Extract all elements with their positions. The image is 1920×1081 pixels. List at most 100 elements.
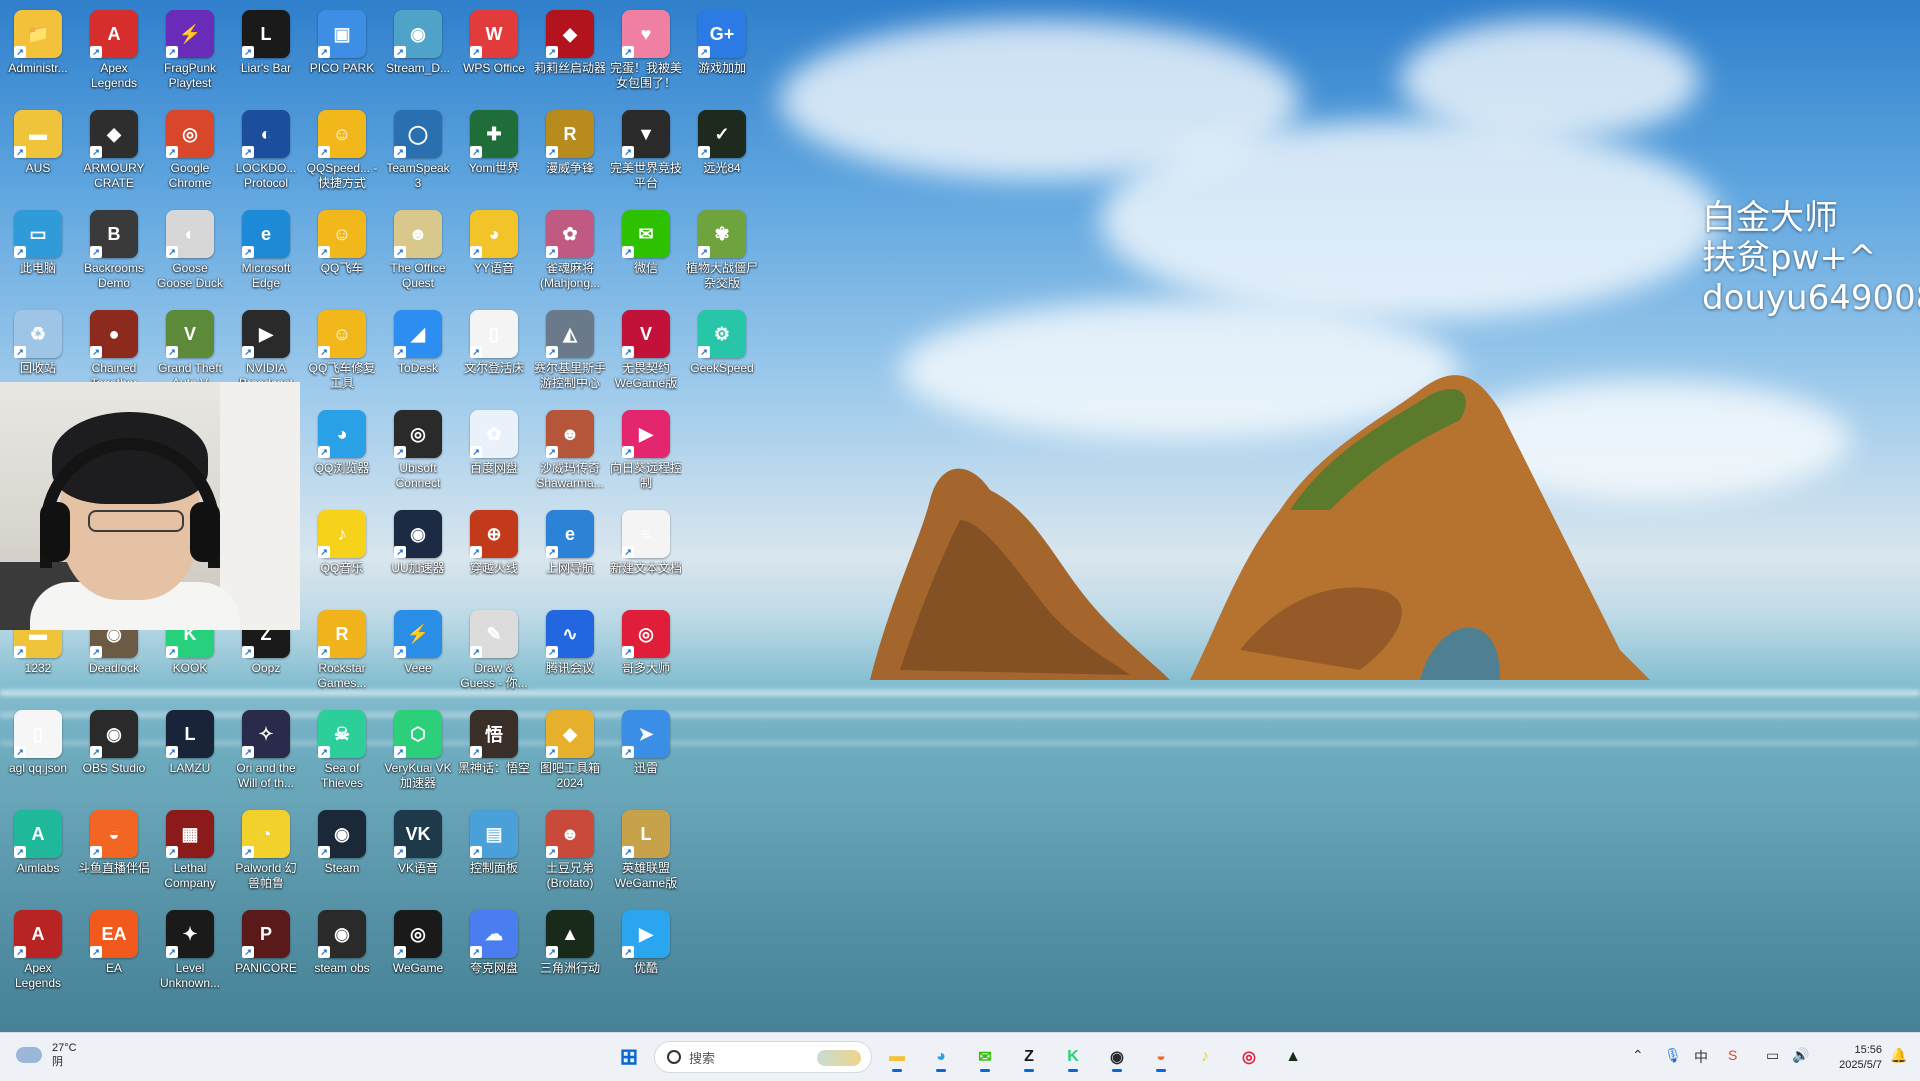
speaker-icon[interactable]: 🔊 <box>1792 1047 1809 1064</box>
display-icon[interactable]: ▭ <box>1766 1047 1779 1064</box>
desktop-icon[interactable]: ◉ ↗ UU加速器 <box>382 504 454 602</box>
desktop-icon[interactable]: ✓ ↗ 远光84 <box>686 104 758 202</box>
microphone-icon[interactable]: 🎙 <box>1664 1047 1682 1064</box>
desktop-icon[interactable]: ☁ ↗ 夸克网盘 <box>458 904 530 1002</box>
desktop-icon[interactable]: ∿ ↗ 腾讯会议 <box>534 604 606 702</box>
chevron-up-icon[interactable]: ⌃ <box>1632 1047 1644 1064</box>
desktop-icon[interactable]: ◎ ↗ 哥多大师 <box>610 604 682 702</box>
start-button[interactable]: ⊞ <box>612 1040 646 1074</box>
desktop-icon[interactable]: ✿ ↗ 雀魂麻将(Mahjong... <box>534 204 606 302</box>
desktop-icon[interactable]: ✦ ↗ Level Unknown... <box>154 904 226 1002</box>
desktop-icon[interactable]: ☺ ↗ QQ飞车 <box>306 204 378 302</box>
desktop-icon[interactable]: ▦ ↗ Lethal Company <box>154 804 226 902</box>
desktop-icon[interactable]: ♪ ↗ QQ音乐 <box>306 504 378 602</box>
desktop-icon[interactable]: A ↗ Apex Legends <box>2 904 74 1002</box>
desktop-icon[interactable]: ◯ ↗ TeamSpeak 3 <box>382 104 454 202</box>
input-method-icon[interactable]: 中 <box>1694 1047 1708 1067</box>
desktop-icon[interactable]: ▲ ↗ 三角洲行动 <box>534 904 606 1002</box>
kook-taskbar-button[interactable]: K <box>1056 1040 1090 1074</box>
file-explorer-taskbar-button[interactable]: ▬ <box>880 1040 914 1074</box>
desktop-icon[interactable]: ◕ ↗ QQ浏览器 <box>306 404 378 502</box>
wechat-taskbar-button[interactable]: ✉ <box>968 1040 1002 1074</box>
desktop-icon[interactable]: ☻ ↗ 土豆兄弟 (Brotato) <box>534 804 606 902</box>
desktop-icon[interactable]: VK ↗ VK语音 <box>382 804 454 902</box>
obs-taskbar-button[interactable]: ◉ <box>1100 1040 1134 1074</box>
desktop-icon[interactable]: G+ ↗ 游戏加加 <box>686 4 758 102</box>
desktop-icon[interactable]: ◐ ↗ LOCKDO... Protocol <box>230 104 302 202</box>
qq-music-taskbar-button[interactable]: ♪ <box>1188 1040 1222 1074</box>
desktop-icon[interactable]: 📁 ↗ Administr... <box>2 4 74 102</box>
desktop-icon[interactable]: ◉ ↗ steam obs <box>306 904 378 1002</box>
wps-tray-icon[interactable]: S <box>1728 1047 1737 1063</box>
desktop-icon[interactable]: ✎ ↗ Draw & Guess - 你... <box>458 604 530 702</box>
desktop-icon[interactable]: ◭ ↗ 赛尔基里斯手游控制中心 <box>534 304 606 402</box>
desktop-icon[interactable]: W ↗ WPS Office <box>458 4 530 102</box>
desktop-icon[interactable]: L ↗ 英雄联盟WeGame版 <box>610 804 682 902</box>
desktop-icon[interactable]: ◎ ↗ Ubisoft Connect <box>382 404 454 502</box>
desktop-icon[interactable]: ✾ ↗ 植物大战僵尸杂交版 <box>686 204 758 302</box>
desktop-icon[interactable]: ✧ ↗ Ori and the Will of th... <box>230 704 302 802</box>
desktop-icon[interactable]: ⚙ ↗ GeekSpeed <box>686 304 758 402</box>
desktop-icon[interactable]: ⚡ ↗ FragPunk Playtest <box>154 4 226 102</box>
desktop-icon[interactable]: ◢ ↗ ToDesk <box>382 304 454 402</box>
douyu-taskbar-button[interactable]: ◒ <box>1144 1040 1178 1074</box>
desktop-icon[interactable]: ✿ ↗ 百度网盘 <box>458 404 530 502</box>
delta-force-taskbar-button[interactable]: ▲ <box>1276 1040 1310 1074</box>
qq-browser-taskbar-button[interactable]: ◕ <box>924 1040 958 1074</box>
desktop-icon[interactable]: ◆ ↗ 图吧工具箱2024 <box>534 704 606 802</box>
desktop-icon[interactable]: ◆ ↗ 莉莉丝启动器 <box>534 4 606 102</box>
desktop-icon[interactable]: ⊕ ↗ 穿越火线 <box>458 504 530 602</box>
desktop-icon[interactable]: P ↗ PANICORE <box>230 904 302 1002</box>
notification-icon[interactable]: 🔔 <box>1890 1047 1907 1064</box>
netease-taskbar-button[interactable]: ◎ <box>1232 1040 1266 1074</box>
clock[interactable]: 15:56 2025/5/7 <box>1826 1043 1882 1073</box>
desktop-icon[interactable]: ▶ ↗ 向日葵远程控制 <box>610 404 682 502</box>
desktop-icon[interactable]: ◕ ↗ YY语音 <box>458 204 530 302</box>
desktop-icon[interactable]: ▬ ↗ AUS <box>2 104 74 202</box>
shortcut-arrow-icon: ↗ <box>318 46 330 58</box>
desktop-icon[interactable]: ▤ ↗ 控制面板 <box>458 804 530 902</box>
desktop-icon[interactable]: ◉ ↗ OBS Studio <box>78 704 150 802</box>
desktop-icon[interactable]: ▣ ↗ PICO PARK <box>306 4 378 102</box>
desktop-icon[interactable]: ✉ ↗ 微信 <box>610 204 682 302</box>
desktop-icon[interactable]: ◐ ↗ Goose Goose Duck <box>154 204 226 302</box>
desktop-icon[interactable]: e ↗ 上网导航 <box>534 504 606 602</box>
desktop-icon[interactable]: ◎ ↗ WeGame <box>382 904 454 1002</box>
desktop-icon[interactable]: A ↗ Apex Legends <box>78 4 150 102</box>
desktop-icon[interactable]: ▶ ↗ 优酷 <box>610 904 682 1002</box>
desktop-icon[interactable]: ▯ ↗ agl qq.json <box>2 704 74 802</box>
desktop-icon[interactable]: ◉ ↗ Steam <box>306 804 378 902</box>
desktop-icon[interactable]: ◉ ↗ Stream_D... <box>382 4 454 102</box>
desktop-icon[interactable]: ▼ ↗ 完美世界竞技平台 <box>610 104 682 202</box>
desktop-icon[interactable]: R ↗ Rockstar Games... <box>306 604 378 702</box>
desktop-icon[interactable]: ⬡ ↗ VeryKuai VK加速器 <box>382 704 454 802</box>
desktop-icon[interactable]: ✚ ↗ Yomi世界 <box>458 104 530 202</box>
desktop-icon[interactable]: L ↗ LAMZU <box>154 704 226 802</box>
desktop-icon[interactable]: R ↗ 漫威争锋 <box>534 104 606 202</box>
desktop-icon[interactable]: ◒ ↗ 斗鱼直播伴侣 <box>78 804 150 902</box>
desktop-icon[interactable]: ≡ ↗ 新建文本文档 <box>610 504 682 602</box>
weather-widget[interactable]: 27°C 阴 <box>16 1041 77 1069</box>
desktop-icon[interactable]: e ↗ Microsoft Edge <box>230 204 302 302</box>
desktop-icon[interactable]: ◔ ↗ Palworld 幻兽帕鲁 <box>230 804 302 902</box>
desktop-icon[interactable]: ➤ ↗ 迅雷 <box>610 704 682 802</box>
desktop-icon[interactable]: ▭ ↗ 此电脑 <box>2 204 74 302</box>
desktop-icon[interactable]: V ↗ 无畏契约WeGame版 <box>610 304 682 402</box>
desktop-icon[interactable]: ☠ ↗ Sea of Thieves <box>306 704 378 802</box>
desktop-icon[interactable]: L ↗ Liar's Bar <box>230 4 302 102</box>
desktop-icon[interactable]: ☻ ↗ The Office Quest <box>382 204 454 302</box>
search-box[interactable]: 搜索 <box>654 1041 872 1073</box>
desktop-icon[interactable]: ◎ ↗ Google Chrome <box>154 104 226 202</box>
desktop-icon[interactable]: A ↗ Aimlabs <box>2 804 74 902</box>
desktop-icon[interactable]: ▯ ↗ 文尔登活床 <box>458 304 530 402</box>
desktop-icon[interactable]: 悟 ↗ 黑神话：悟空 <box>458 704 530 802</box>
z-app-taskbar-button[interactable]: Z <box>1012 1040 1046 1074</box>
desktop-icon[interactable]: B ↗ Backrooms Demo <box>78 204 150 302</box>
desktop-icon[interactable]: ⚡ ↗ Veee <box>382 604 454 702</box>
desktop-icon[interactable]: ☺ ↗ QQ飞车修复工具 <box>306 304 378 402</box>
desktop-icon[interactable]: EA ↗ EA <box>78 904 150 1002</box>
desktop-icon[interactable]: ☺ ↗ QQSpeed... - 快捷方式 <box>306 104 378 202</box>
desktop-icon[interactable]: ☻ ↗ 沙威玛传奇 Shawarma... <box>534 404 606 502</box>
desktop-icon[interactable]: ◆ ↗ ARMOURY CRATE <box>78 104 150 202</box>
desktop-icon[interactable]: ♥ ↗ 完蛋！我被美女包围了！ <box>610 4 682 102</box>
